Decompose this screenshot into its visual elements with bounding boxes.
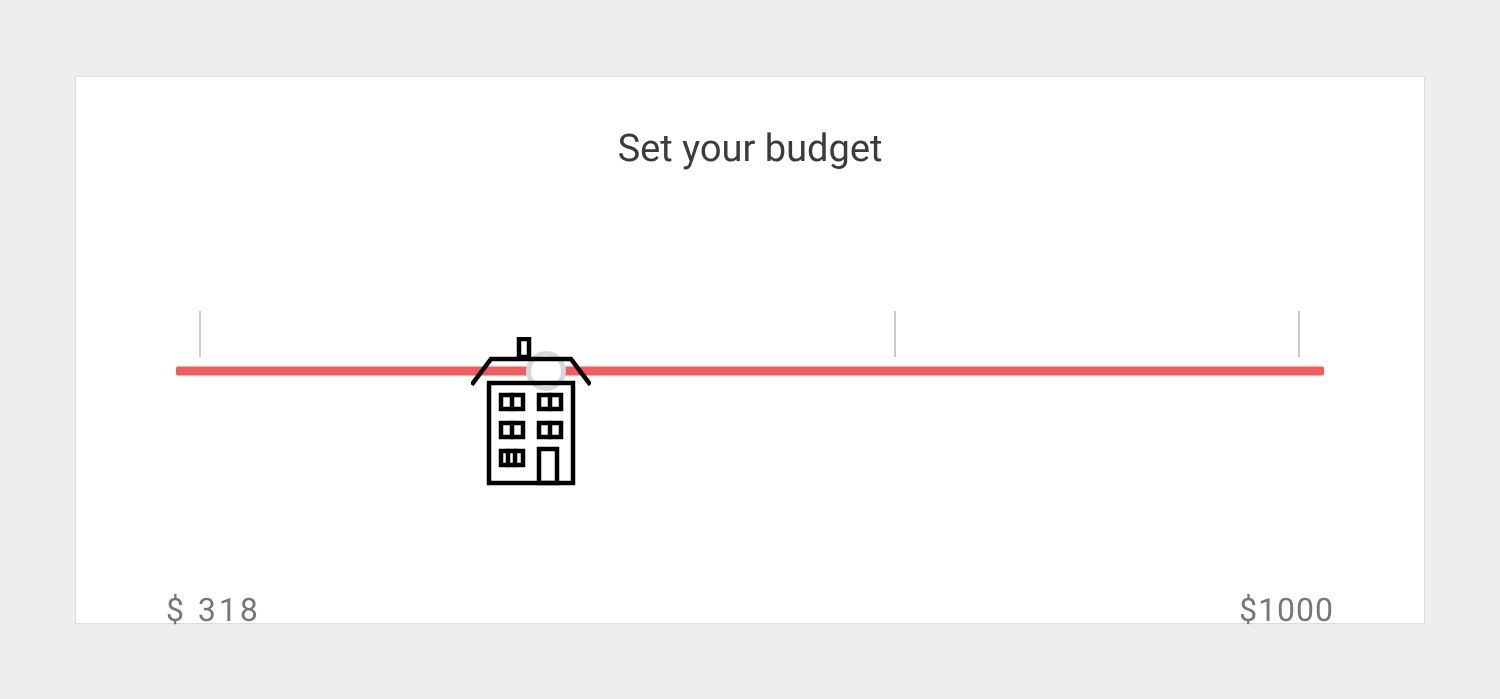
- slider-labels: $ 318 $1000: [136, 591, 1364, 629]
- slider-area: [136, 341, 1364, 561]
- slider-tick: [894, 311, 896, 357]
- card-title: Set your budget: [136, 127, 1364, 171]
- house-building-icon: [471, 337, 591, 491]
- slider-tick: [1298, 311, 1300, 357]
- slider-track[interactable]: [176, 366, 1324, 375]
- slider-tick: [199, 311, 201, 357]
- budget-card: Set your budget: [75, 76, 1425, 624]
- slider-track-wrapper: [176, 341, 1324, 401]
- min-value-label: $ 318: [166, 591, 261, 629]
- max-value-label: $1000: [1239, 591, 1334, 629]
